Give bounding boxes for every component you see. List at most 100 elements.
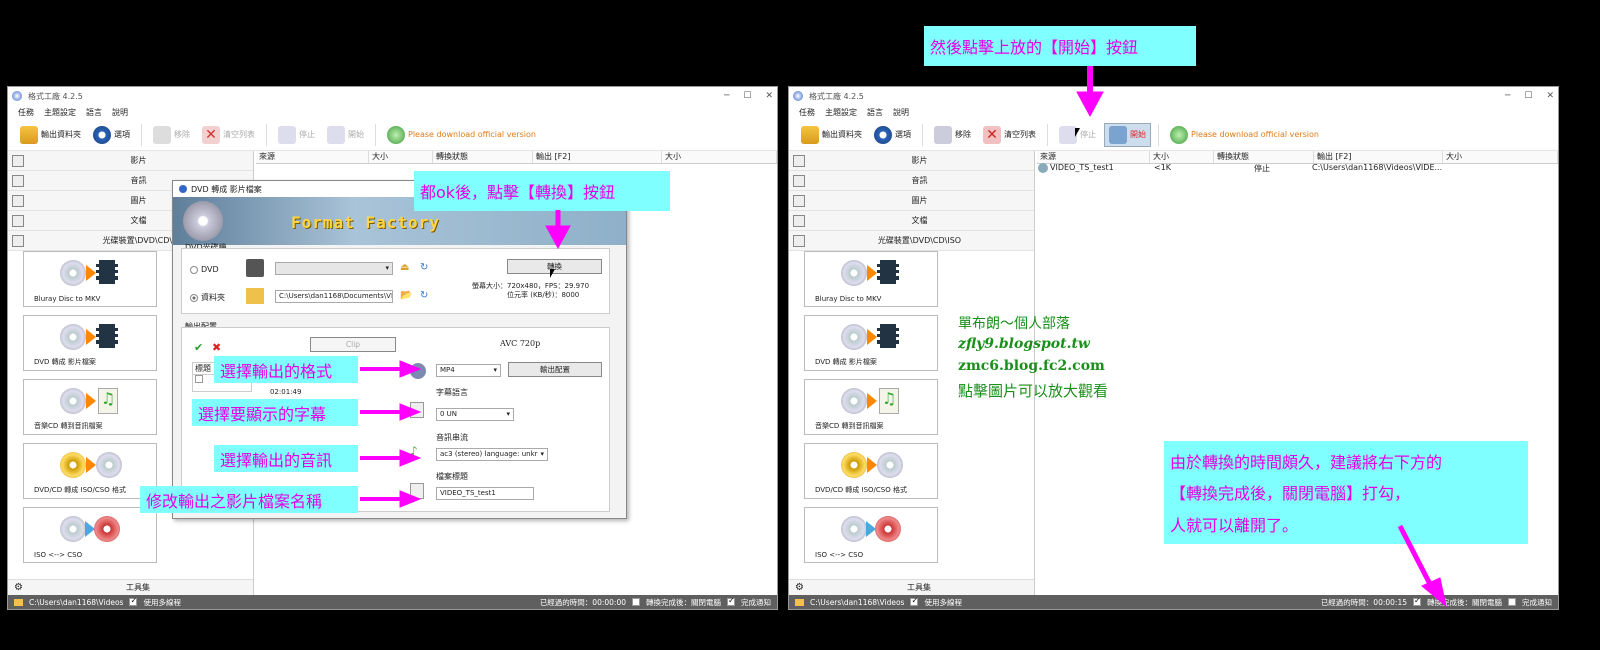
maximize-icon[interactable]: ☐: [1524, 91, 1532, 101]
bluray-icon: [841, 258, 899, 288]
tile-dvd-to-video[interactable]: DVD 轉成 影片檔案: [804, 315, 938, 371]
folder-path-input[interactable]: C:\Users\dan1168\Documents\VIDEO: [275, 290, 393, 303]
folder-icon: [20, 125, 38, 144]
refresh-icon[interactable]: ↻: [420, 262, 428, 273]
task-list-header: 來源 大小 轉換狀態 輸出 [F2] 大小: [256, 151, 777, 164]
shutdown-checkbox[interactable]: [1413, 596, 1421, 606]
filename-input[interactable]: VIDEO_TS_test1: [436, 487, 534, 500]
menu-task[interactable]: 任務: [18, 107, 34, 118]
audio-label: 音訊串流: [436, 433, 468, 442]
stop-button[interactable]: 停止: [274, 124, 319, 146]
folder-radio[interactable]: 資料夾: [190, 292, 225, 303]
refresh-icon[interactable]: ↻: [420, 290, 428, 301]
toolbar: 輸出資料夾 選項 移除 ✕ 清空列表 停止 開始 Please download …: [8, 119, 777, 151]
start-icon: [327, 125, 345, 144]
subtitle-select[interactable]: 0 UN: [436, 408, 514, 421]
minimize-icon[interactable]: ─: [724, 91, 729, 101]
elapsed-time: 已經過的時間：00:00:00: [539, 597, 626, 607]
disc-drive-icon: [12, 234, 24, 247]
clear-icon: ✕: [983, 125, 1001, 144]
music-icon: [12, 174, 24, 187]
check-icon[interactable]: ✔: [194, 341, 203, 354]
menu-help[interactable]: 說明: [112, 107, 128, 118]
category-disc[interactable]: 光碟裝置\DVD\CD\ISO: [789, 231, 1034, 251]
tile-bluray-to-mkv[interactable]: Bluray Disc to MKV: [804, 251, 938, 307]
app-icon: [179, 185, 187, 193]
category-document[interactable]: 文檔: [789, 211, 1034, 231]
menu-theme[interactable]: 主題設定: [825, 107, 857, 118]
menu-theme[interactable]: 主題設定: [44, 107, 76, 118]
multithread-checkbox[interactable]: [910, 596, 919, 606]
cross-icon[interactable]: ✖: [212, 341, 221, 354]
title-checkbox[interactable]: [195, 375, 203, 383]
output-config-button[interactable]: 輸出配置: [508, 362, 602, 377]
toolbox-bar[interactable]: ⚙ 工具集: [8, 579, 253, 595]
audio-select[interactable]: ac3 (stereo) language: unkr: [436, 448, 548, 461]
menu-help[interactable]: 說明: [893, 107, 909, 118]
start-button[interactable]: 開始: [1104, 122, 1151, 147]
status-bar: C:\Users\dan1168\Videos 使用多線程 已經過的時間：00:…: [8, 595, 777, 609]
maximize-icon[interactable]: ☐: [743, 91, 751, 101]
blog-url-1[interactable]: zfly9.blogspot.tw: [958, 336, 1090, 352]
category-audio[interactable]: 音訊: [789, 171, 1034, 191]
output-folder-button[interactable]: 輸出資料夾: [797, 124, 866, 146]
category-video[interactable]: 影片: [789, 151, 1034, 171]
multithread-checkbox[interactable]: [129, 596, 138, 606]
category-image[interactable]: 圖片: [789, 191, 1034, 211]
video-file-icon: [1038, 163, 1048, 173]
shutdown-checkbox[interactable]: [632, 598, 640, 606]
dvd-radio[interactable]: DVD: [190, 265, 219, 274]
menu-language[interactable]: 語言: [867, 107, 883, 118]
menu-task[interactable]: 任務: [799, 107, 815, 118]
filename-label: 檔案標題: [436, 472, 468, 481]
toolbox-bar[interactable]: ⚙ 工具集: [789, 579, 1034, 595]
download-link[interactable]: Please download official version: [383, 124, 540, 146]
tile-dvd-to-iso[interactable]: DVD/CD 轉成 ISO/CSO 格式: [804, 443, 938, 499]
mouse-cursor: [1075, 128, 1080, 137]
close-icon[interactable]: ✕: [765, 91, 773, 101]
tile-bluray-to-mkv[interactable]: Bluray Disc to MKV: [23, 251, 157, 307]
toolbar-divider: [1047, 123, 1048, 146]
options-button[interactable]: 選項: [89, 124, 134, 146]
tile-dvd-to-video[interactable]: DVD 轉成 影片檔案: [23, 315, 157, 371]
browse-folder-icon[interactable]: 📂: [400, 290, 412, 301]
image-icon: [793, 194, 805, 207]
menu-language[interactable]: 語言: [86, 107, 102, 118]
format-icon: [410, 363, 426, 379]
title-bar: 格式工廠 4.2.5 ─ ☐ ✕: [789, 87, 1558, 105]
callout-start: 然後點擊上放的【開始】按鈕: [924, 26, 1196, 66]
remove-button[interactable]: 移除: [149, 124, 194, 146]
close-icon[interactable]: ✕: [1546, 91, 1554, 101]
clear-list-button[interactable]: ✕ 清空列表: [198, 124, 259, 146]
clip-button[interactable]: Clip: [310, 337, 396, 352]
brand-logo: Format Factory: [291, 213, 440, 232]
category-video[interactable]: 影片: [8, 151, 253, 171]
format-select[interactable]: MP4: [436, 364, 501, 377]
notify-checkbox[interactable]: [1508, 598, 1516, 606]
remove-button[interactable]: 移除: [930, 124, 975, 146]
minimize-icon[interactable]: ─: [1505, 91, 1510, 101]
blog-url-2[interactable]: zmc6.blog.fc2.com: [958, 358, 1105, 374]
tile-iso-cso[interactable]: ISO <--> CSO: [804, 507, 938, 563]
toolbar-divider: [1158, 123, 1159, 146]
video-icon: [12, 154, 24, 167]
title-bar: 格式工廠 4.2.5 ─ ☐ ✕: [8, 87, 777, 105]
blog-hint: 點擊圖片可以放大觀看: [958, 382, 1109, 400]
tile-cd-to-audio[interactable]: ♫ 音樂CD 轉到音訊檔案: [23, 379, 157, 435]
task-row[interactable]: VIDEO_TS_test1 <1K 停止 C:\Users\dan1168\V…: [1038, 163, 1452, 174]
start-button[interactable]: 開始: [323, 124, 368, 146]
tile-dvd-to-iso[interactable]: DVD/CD 轉成 ISO/CSO 格式: [23, 443, 157, 499]
tile-cd-to-audio[interactable]: ♫ 音樂CD 轉到音訊檔案: [804, 379, 938, 435]
audio-icon: ♪: [410, 444, 418, 458]
window-title: 格式工廠 4.2.5: [809, 91, 864, 101]
tile-iso-cso[interactable]: ISO <--> CSO: [23, 507, 157, 563]
notify-checkbox[interactable]: [727, 596, 735, 606]
eject-icon[interactable]: ⏏: [400, 262, 409, 273]
iso-disc-icon: [841, 450, 903, 480]
dvd-drive-select[interactable]: [275, 262, 393, 275]
callout-audio: 選擇輸出的音訊: [214, 445, 358, 472]
download-link[interactable]: Please download official version: [1166, 124, 1323, 146]
clear-list-button[interactable]: ✕ 清空列表: [979, 124, 1040, 146]
output-folder-button[interactable]: 輸出資料夾: [16, 124, 85, 146]
options-button[interactable]: 選項: [870, 124, 915, 146]
